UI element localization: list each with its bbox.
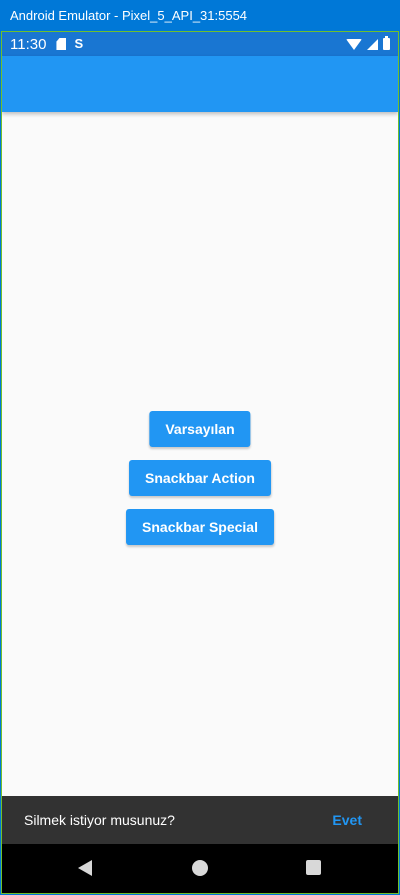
back-icon[interactable]	[78, 860, 92, 876]
home-icon[interactable]	[192, 860, 208, 876]
app-bar	[2, 56, 398, 112]
recents-icon[interactable]	[306, 860, 321, 875]
emulator-window: Android Emulator - Pixel_5_API_31:5554 1…	[0, 0, 400, 895]
default-snackbar-button[interactable]: Varsayılan	[149, 411, 251, 447]
battery-icon	[383, 36, 390, 50]
main-content: Varsayılan Snackbar Action Snackbar Spec…	[2, 112, 398, 796]
device-screen: 11:30 S Varsayılan Snackbar Action Snack…	[1, 31, 399, 894]
sync-icon: S	[74, 36, 84, 51]
status-bar: 11:30 S	[2, 32, 398, 56]
snackbar-special-button[interactable]: Snackbar Special	[126, 509, 274, 545]
navigation-bar	[2, 844, 398, 893]
wifi-icon	[346, 38, 362, 50]
window-title: Android Emulator - Pixel_5_API_31:5554	[0, 0, 400, 31]
snackbar-action-button[interactable]: Evet	[332, 812, 362, 828]
signal-icon	[367, 38, 378, 50]
status-time: 11:30	[10, 35, 47, 53]
status-right-icons	[346, 36, 390, 50]
snackbar-message: Silmek istiyor musunuz?	[24, 812, 175, 828]
snackbar-action-button[interactable]: Snackbar Action	[129, 460, 271, 496]
snackbar: Silmek istiyor musunuz? Evet	[2, 796, 398, 844]
sd-card-icon	[56, 38, 67, 50]
